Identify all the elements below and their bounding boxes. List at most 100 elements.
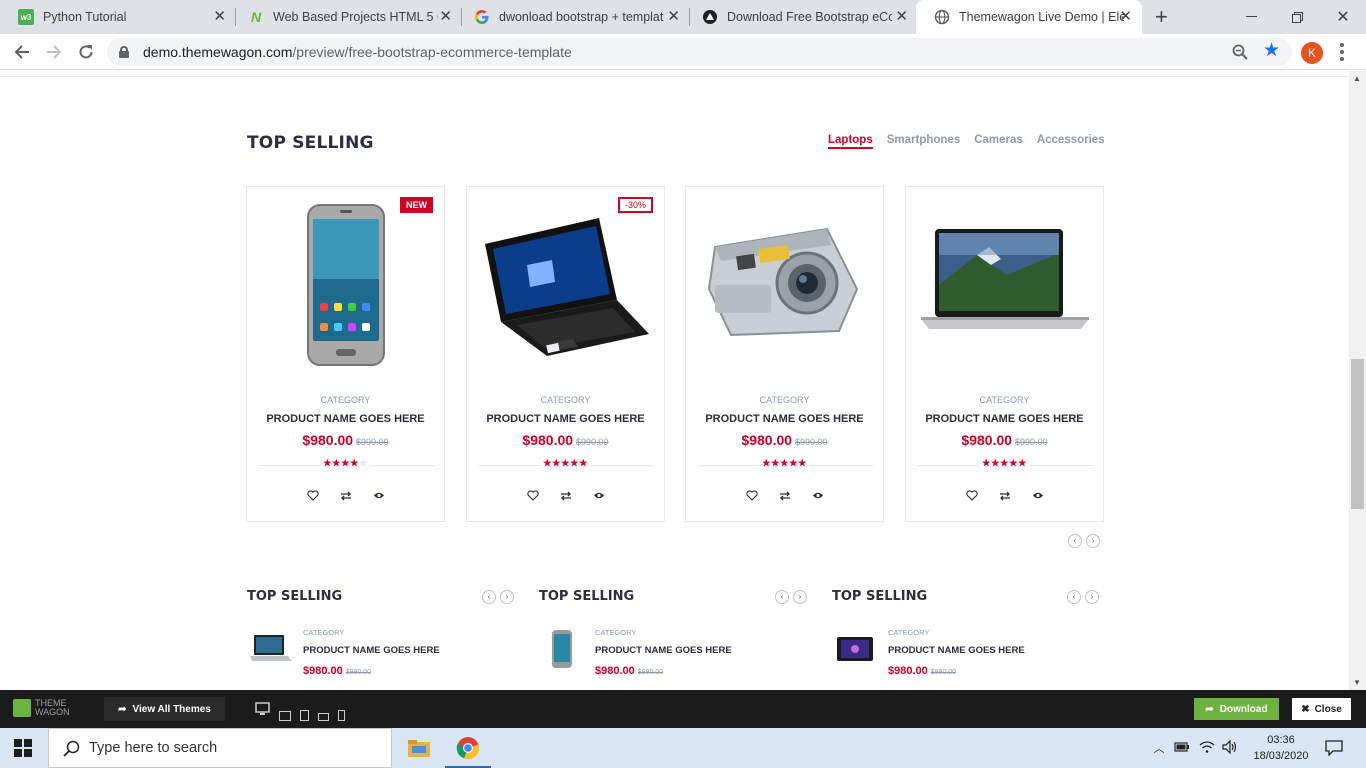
forward-button[interactable]	[43, 41, 65, 63]
laptop-icon[interactable]	[279, 711, 291, 721]
product-name[interactable]: PRODUCT NAME GOES HERE	[467, 413, 664, 425]
wishlist-heart-icon[interactable]	[526, 489, 539, 502]
close-tab-icon[interactable]: ✕	[1119, 9, 1132, 25]
n-icon: N	[250, 9, 262, 25]
widget-product[interactable]: CATEGORY PRODUCT NAME GOES HERE $980.00 $…	[247, 625, 477, 677]
battery-icon[interactable]	[1174, 741, 1190, 756]
compare-exchange-icon[interactable]	[339, 489, 352, 502]
google-icon	[474, 9, 490, 25]
action-center-icon[interactable]	[1325, 740, 1343, 761]
tab-laptops[interactable]: Laptops	[828, 134, 873, 149]
minimize-button[interactable]	[1228, 0, 1274, 34]
file-explorer-icon[interactable]	[396, 728, 442, 768]
widget-product-image-laptop[interactable]	[247, 629, 293, 669]
browser-tab[interactable]: w3 Python Tutorial ✕	[0, 0, 236, 34]
widget-prev-button[interactable]: ‹	[775, 590, 789, 604]
widget-product-image-tablet[interactable]	[832, 629, 878, 669]
close-tab-icon[interactable]: ✕	[213, 9, 226, 25]
widget-next-button[interactable]: ›	[1085, 590, 1099, 604]
browser-tab[interactable]: N Web Based Projects HTML 5 Cs ✕	[230, 0, 462, 34]
taskbar-clock[interactable]: 03:36 18/03/2020	[1253, 732, 1309, 764]
scroll-down-arrow-icon[interactable]: ▼	[1353, 678, 1361, 687]
widget-product-name[interactable]: PRODUCT NAME GOES HERE	[888, 645, 1025, 656]
page-scrollbar[interactable]: ▲ ▼	[1349, 71, 1366, 690]
taskbar-search-box[interactable]: Type here to search	[48, 728, 392, 768]
scroll-up-arrow-icon[interactable]: ▲	[1353, 74, 1361, 83]
product-image-laptop[interactable]	[467, 187, 664, 383]
product-rating: ★★★★★	[540, 458, 591, 469]
browser-tab[interactable]: dwonload bootstrap + templat ✕	[456, 0, 690, 34]
widget-product-name[interactable]: PRODUCT NAME GOES HERE	[595, 645, 732, 656]
share-arrow-icon: ➦	[118, 703, 127, 715]
product-actions	[467, 489, 664, 502]
view-all-themes-button[interactable]: ➦ View All Themes	[104, 697, 225, 721]
back-button[interactable]	[11, 41, 33, 63]
tab-label: Themewagon Live Demo | Elec	[959, 10, 1124, 24]
bookmark-star-icon[interactable]: ★	[1263, 41, 1280, 61]
widget-product-category: CATEGORY	[595, 628, 637, 637]
carousel-prev-button[interactable]: ‹	[1068, 534, 1082, 548]
profile-avatar[interactable]: K	[1301, 42, 1323, 64]
download-button[interactable]: ➦ Download	[1194, 698, 1279, 720]
compare-exchange-icon[interactable]	[559, 489, 572, 502]
product-name[interactable]: PRODUCT NAME GOES HERE	[686, 413, 883, 425]
widget-next-button[interactable]: ›	[793, 590, 807, 604]
widget-product-name[interactable]: PRODUCT NAME GOES HERE	[303, 645, 440, 656]
volume-icon[interactable]	[1222, 739, 1238, 757]
scrollbar-thumb[interactable]	[1351, 359, 1364, 509]
product-card[interactable]: CATEGORY PRODUCT NAME GOES HERE $980.00 $…	[685, 186, 884, 522]
tab-smartphones[interactable]: Smartphones	[887, 134, 961, 149]
reload-button[interactable]	[75, 41, 97, 63]
chrome-menu-icon[interactable]	[1340, 43, 1344, 61]
quick-view-eye-icon[interactable]	[372, 489, 385, 502]
mobile-icon[interactable]	[338, 710, 345, 721]
zoom-icon[interactable]	[1232, 44, 1248, 60]
browser-tab[interactable]: Download Free Bootstrap eCor ✕	[684, 0, 918, 34]
tablet-icon[interactable]	[300, 710, 309, 721]
chrome-icon[interactable]	[445, 728, 491, 768]
widget-prev-button[interactable]: ‹	[1067, 590, 1081, 604]
close-tab-icon[interactable]: ✕	[439, 9, 452, 25]
w3-icon: w3	[18, 9, 34, 25]
product-category: CATEGORY	[540, 395, 591, 405]
wishlist-heart-icon[interactable]	[745, 489, 758, 502]
compare-exchange-icon[interactable]	[998, 489, 1011, 502]
themewagon-logo[interactable]: THEME WAGON	[13, 699, 70, 717]
new-tab-button[interactable]: +	[1155, 6, 1168, 28]
close-tab-icon[interactable]: ✕	[667, 9, 680, 25]
product-card[interactable]: -30% CATEGORY PRODUCT NAME GOES HERE $98…	[466, 186, 665, 522]
tablet-landscape-icon[interactable]	[318, 713, 329, 721]
product-image-smartphone[interactable]	[247, 187, 444, 383]
product-card[interactable]: NEW CATEGORY PRODUCT NAME GOES HERE $980…	[246, 186, 445, 522]
carousel-next-button[interactable]: ›	[1086, 534, 1100, 548]
browser-tab-active[interactable]: Themewagon Live Demo | Elec ✕	[916, 0, 1142, 34]
widget-product[interactable]: CATEGORY PRODUCT NAME GOES HERE $980.00 $…	[539, 625, 769, 677]
tab-cameras[interactable]: Cameras	[974, 134, 1023, 149]
widget-prev-button[interactable]: ‹	[482, 590, 496, 604]
wishlist-heart-icon[interactable]	[306, 489, 319, 502]
section-title: TOP SELLING	[247, 133, 374, 153]
show-hidden-icons-icon[interactable]: ︿	[1150, 740, 1168, 756]
quick-view-eye-icon[interactable]	[592, 489, 605, 502]
close-bar-button[interactable]: ✖ Close	[1292, 698, 1351, 720]
product-name[interactable]: PRODUCT NAME GOES HERE	[247, 413, 444, 425]
quick-view-eye-icon[interactable]	[1031, 489, 1044, 502]
wishlist-heart-icon[interactable]	[965, 489, 978, 502]
widget-next-button[interactable]: ›	[500, 590, 514, 604]
close-tab-icon[interactable]: ✕	[895, 9, 908, 25]
product-card[interactable]: CATEGORY PRODUCT NAME GOES HERE $980.00 $…	[905, 186, 1104, 522]
windows-start-icon[interactable]	[14, 739, 32, 757]
desktop-icon[interactable]	[255, 702, 270, 721]
restore-button[interactable]	[1274, 0, 1320, 34]
wifi-icon[interactable]	[1199, 740, 1215, 757]
compare-exchange-icon[interactable]	[778, 489, 791, 502]
product-name[interactable]: PRODUCT NAME GOES HERE	[906, 413, 1103, 425]
close-window-button[interactable]: ✕	[1320, 0, 1366, 34]
quick-view-eye-icon[interactable]	[811, 489, 824, 502]
product-image-camera[interactable]	[686, 187, 883, 383]
address-bar[interactable]: demo.themewagon.com/preview/free-bootstr…	[107, 38, 1292, 66]
widget-product[interactable]: CATEGORY PRODUCT NAME GOES HERE $980.00 $…	[832, 625, 1062, 677]
tab-accessories[interactable]: Accessories	[1037, 134, 1105, 149]
widget-product-image-smartphone[interactable]	[539, 629, 585, 669]
product-image-laptop[interactable]	[906, 187, 1103, 383]
